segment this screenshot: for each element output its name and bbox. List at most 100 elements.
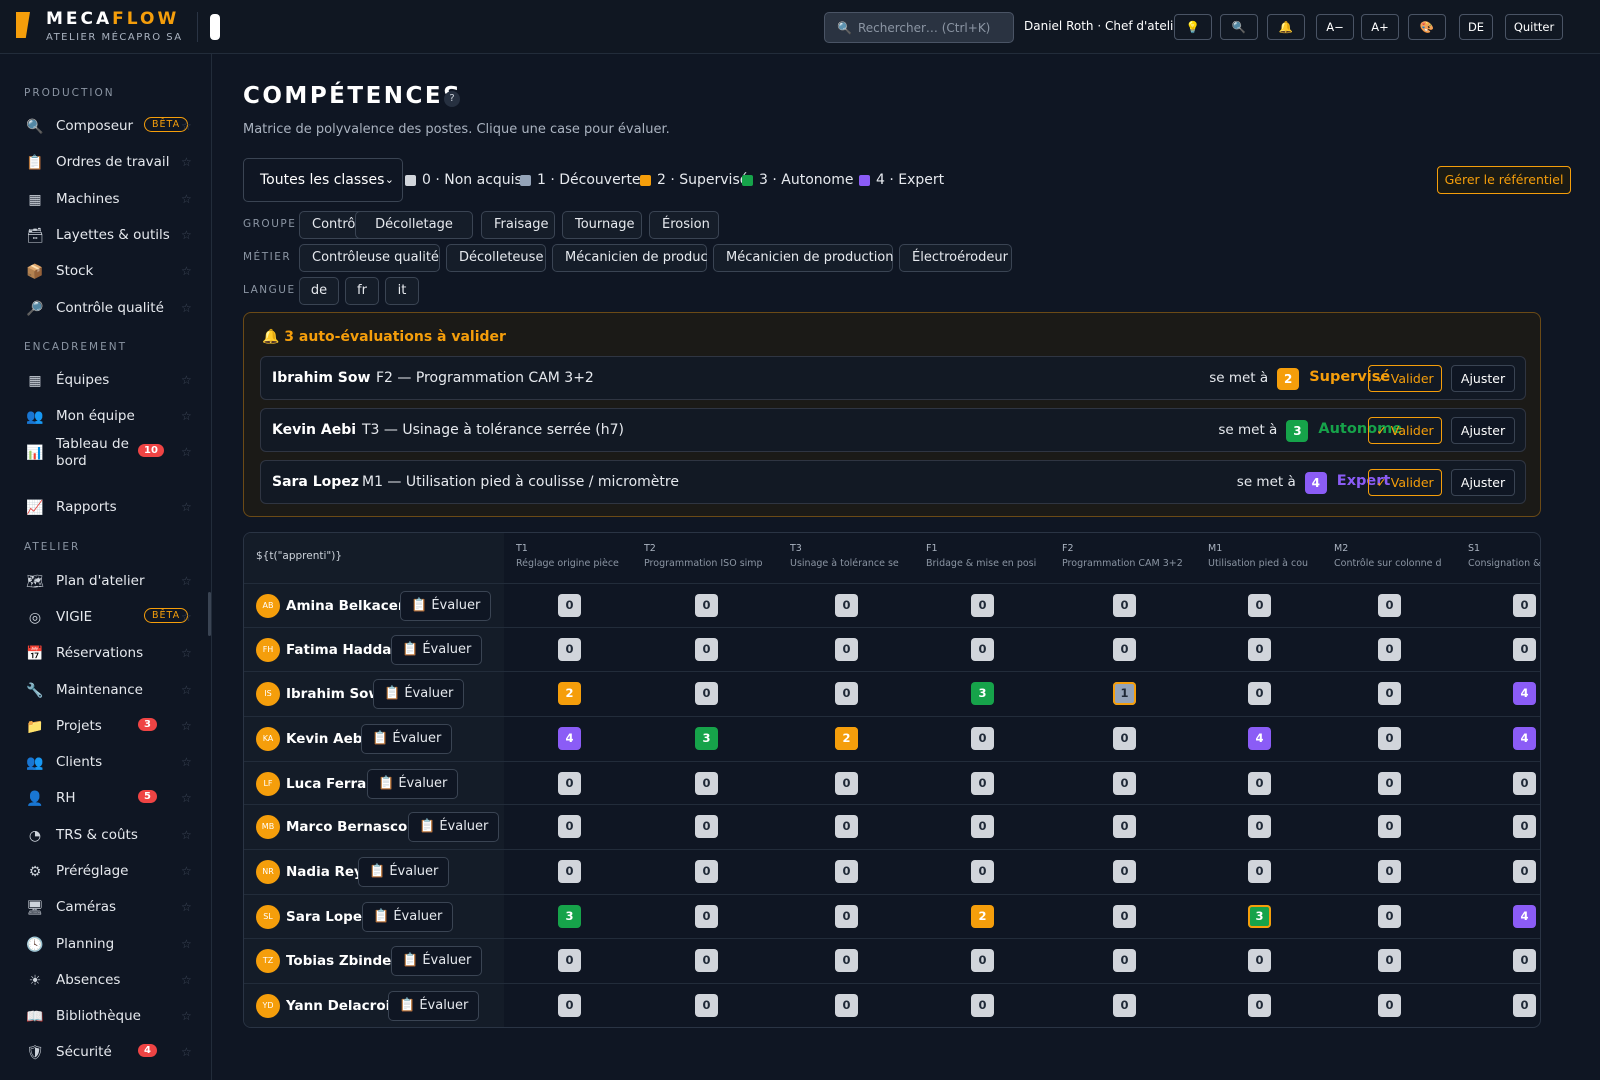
- favorite-star-icon[interactable]: ☆: [181, 719, 192, 733]
- column-header[interactable]: T2 Programmation ISO simp: [644, 543, 780, 569]
- sidebar-item[interactable]: 📖 Bibliothèque ☆: [0, 1000, 211, 1032]
- skill-cell[interactable]: 0: [835, 772, 858, 795]
- sidebar-item[interactable]: ⚙ Préréglage ☆: [0, 855, 211, 887]
- quit-button[interactable]: Quitter: [1505, 14, 1563, 40]
- skill-cell[interactable]: 4: [1248, 727, 1271, 750]
- validate-button[interactable]: ✓ Valider: [1368, 469, 1442, 496]
- sidebar-toggle-handle[interactable]: [210, 14, 220, 40]
- skill-cell[interactable]: 0: [971, 949, 994, 972]
- adjust-button[interactable]: Ajuster: [1451, 469, 1515, 496]
- skill-cell[interactable]: 0: [971, 594, 994, 617]
- sidebar-item[interactable]: ▦ Équipes ☆: [0, 364, 211, 396]
- skill-cell[interactable]: 0: [1378, 860, 1401, 883]
- theme-button[interactable]: 🎨: [1408, 14, 1446, 40]
- favorite-star-icon[interactable]: ☆: [181, 1045, 192, 1059]
- skill-cell[interactable]: 4: [1513, 905, 1536, 928]
- skill-cell[interactable]: 0: [695, 682, 718, 705]
- sidebar-item[interactable]: 📋 Ordres de travail ☆: [0, 146, 211, 178]
- sidebar-item[interactable]: 🕓 Planning ☆: [0, 928, 211, 960]
- sidebar-item[interactable]: ▦ Machines ☆: [0, 183, 211, 215]
- skill-cell[interactable]: 0: [1378, 594, 1401, 617]
- filter-chip-metier[interactable]: Électroérodeur: [899, 244, 1012, 272]
- favorite-star-icon[interactable]: ☆: [181, 192, 192, 206]
- skill-cell[interactable]: 2: [971, 905, 994, 928]
- favorite-star-icon[interactable]: ☆: [181, 610, 192, 624]
- skill-cell[interactable]: 0: [1513, 994, 1536, 1017]
- evaluate-button[interactable]: 📋 Évaluer: [400, 591, 492, 621]
- search-input[interactable]: 🔍 Rechercher… (Ctrl+K): [824, 12, 1014, 43]
- skill-cell[interactable]: 0: [558, 994, 581, 1017]
- favorite-star-icon[interactable]: ☆: [181, 445, 192, 459]
- skill-cell[interactable]: 0: [835, 594, 858, 617]
- sidebar-item[interactable]: 📁 Projets 3 ☆: [0, 710, 211, 742]
- skill-cell[interactable]: 0: [1248, 815, 1271, 838]
- column-header[interactable]: M1 Utilisation pied à cou: [1208, 543, 1324, 569]
- skill-cell[interactable]: 0: [1513, 594, 1536, 617]
- favorite-star-icon[interactable]: ☆: [181, 1009, 192, 1023]
- evaluate-button[interactable]: 📋 Évaluer: [361, 724, 453, 754]
- skill-cell[interactable]: 4: [1513, 682, 1536, 705]
- filter-chip-langue[interactable]: de: [299, 277, 339, 305]
- column-header[interactable]: F1 Bridage & mise en posi: [926, 543, 1052, 569]
- notifications-button[interactable]: 🔔: [1267, 14, 1305, 40]
- filter-chip-groupe[interactable]: Fraisage: [481, 211, 555, 239]
- sidebar-item[interactable]: 🗃 Layettes & outils ☆: [0, 219, 211, 251]
- evaluate-button[interactable]: 📋 Évaluer: [373, 679, 465, 709]
- skill-cell[interactable]: 0: [1513, 860, 1536, 883]
- favorite-star-icon[interactable]: ☆: [181, 755, 192, 769]
- favorite-star-icon[interactable]: ☆: [181, 264, 192, 278]
- sidebar-item[interactable]: 🖥 Caméras ☆: [0, 891, 211, 923]
- skill-cell[interactable]: 2: [558, 682, 581, 705]
- evaluate-button[interactable]: 📋 Évaluer: [362, 902, 454, 932]
- sidebar-item[interactable]: ☀ Absences ☆: [0, 964, 211, 996]
- sidebar-item[interactable]: 👥 Clients ☆: [0, 746, 211, 778]
- skill-cell[interactable]: 0: [558, 815, 581, 838]
- favorite-star-icon[interactable]: ☆: [181, 301, 192, 315]
- skill-cell[interactable]: 0: [1248, 638, 1271, 661]
- evaluate-button[interactable]: 📋 Évaluer: [367, 769, 459, 799]
- tip-button[interactable]: 💡: [1174, 14, 1212, 40]
- skill-cell[interactable]: 0: [1378, 682, 1401, 705]
- skill-cell[interactable]: 0: [835, 994, 858, 1017]
- skill-cell[interactable]: 0: [695, 815, 718, 838]
- skill-cell[interactable]: 0: [1513, 772, 1536, 795]
- skill-cell[interactable]: 3: [971, 682, 994, 705]
- column-header[interactable]: T1 Réglage origine pièce: [516, 543, 634, 569]
- skill-cell[interactable]: 0: [835, 949, 858, 972]
- skill-cell[interactable]: 0: [695, 594, 718, 617]
- evaluate-button[interactable]: 📋 Évaluer: [358, 857, 450, 887]
- favorite-star-icon[interactable]: ☆: [181, 828, 192, 842]
- filter-chip-metier[interactable]: Mécanicien de production: [713, 244, 894, 272]
- adjust-button[interactable]: Ajuster: [1451, 365, 1515, 392]
- skill-cell[interactable]: 0: [1378, 638, 1401, 661]
- filter-chip-langue[interactable]: fr: [345, 277, 379, 305]
- sidebar-item[interactable]: 📅 Réservations ☆: [0, 637, 211, 669]
- skill-cell[interactable]: 0: [558, 860, 581, 883]
- skill-cell[interactable]: 0: [695, 905, 718, 928]
- skill-cell[interactable]: 0: [1113, 860, 1136, 883]
- favorite-star-icon[interactable]: ☆: [181, 937, 192, 951]
- skill-cell[interactable]: 0: [558, 594, 581, 617]
- sidebar-item[interactable]: 🔍 Composeur BÊTA ☆: [0, 110, 211, 142]
- skill-cell[interactable]: 0: [1378, 949, 1401, 972]
- column-header[interactable]: T3 Usinage à tolérance se: [790, 543, 916, 569]
- favorite-star-icon[interactable]: ☆: [181, 574, 192, 588]
- font-decrease-button[interactable]: A−: [1316, 14, 1354, 40]
- skill-cell[interactable]: 0: [1378, 994, 1401, 1017]
- sidebar-item[interactable]: 👥 Mon équipe ☆: [0, 400, 211, 432]
- filter-chip-groupe[interactable]: Érosion: [649, 211, 719, 239]
- sidebar-scrollbar[interactable]: [208, 592, 211, 636]
- favorite-star-icon[interactable]: ☆: [181, 791, 192, 805]
- skill-cell[interactable]: 0: [971, 815, 994, 838]
- filter-chip-metier[interactable]: Contrôleuse qualité: [299, 244, 440, 272]
- evaluate-button[interactable]: 📋 Évaluer: [391, 946, 483, 976]
- skill-cell[interactable]: 0: [1248, 860, 1271, 883]
- class-select[interactable]: Toutes les classes ⌄: [243, 158, 403, 202]
- skill-cell[interactable]: 0: [695, 860, 718, 883]
- filter-chip-metier[interactable]: Mécanicien de produc: [552, 244, 708, 272]
- skill-cell[interactable]: 0: [695, 949, 718, 972]
- skill-cell[interactable]: 0: [695, 994, 718, 1017]
- filter-chip-langue[interactable]: it: [385, 277, 419, 305]
- validate-button[interactable]: ✓ Valider: [1368, 365, 1442, 392]
- font-increase-button[interactable]: A+: [1361, 14, 1399, 40]
